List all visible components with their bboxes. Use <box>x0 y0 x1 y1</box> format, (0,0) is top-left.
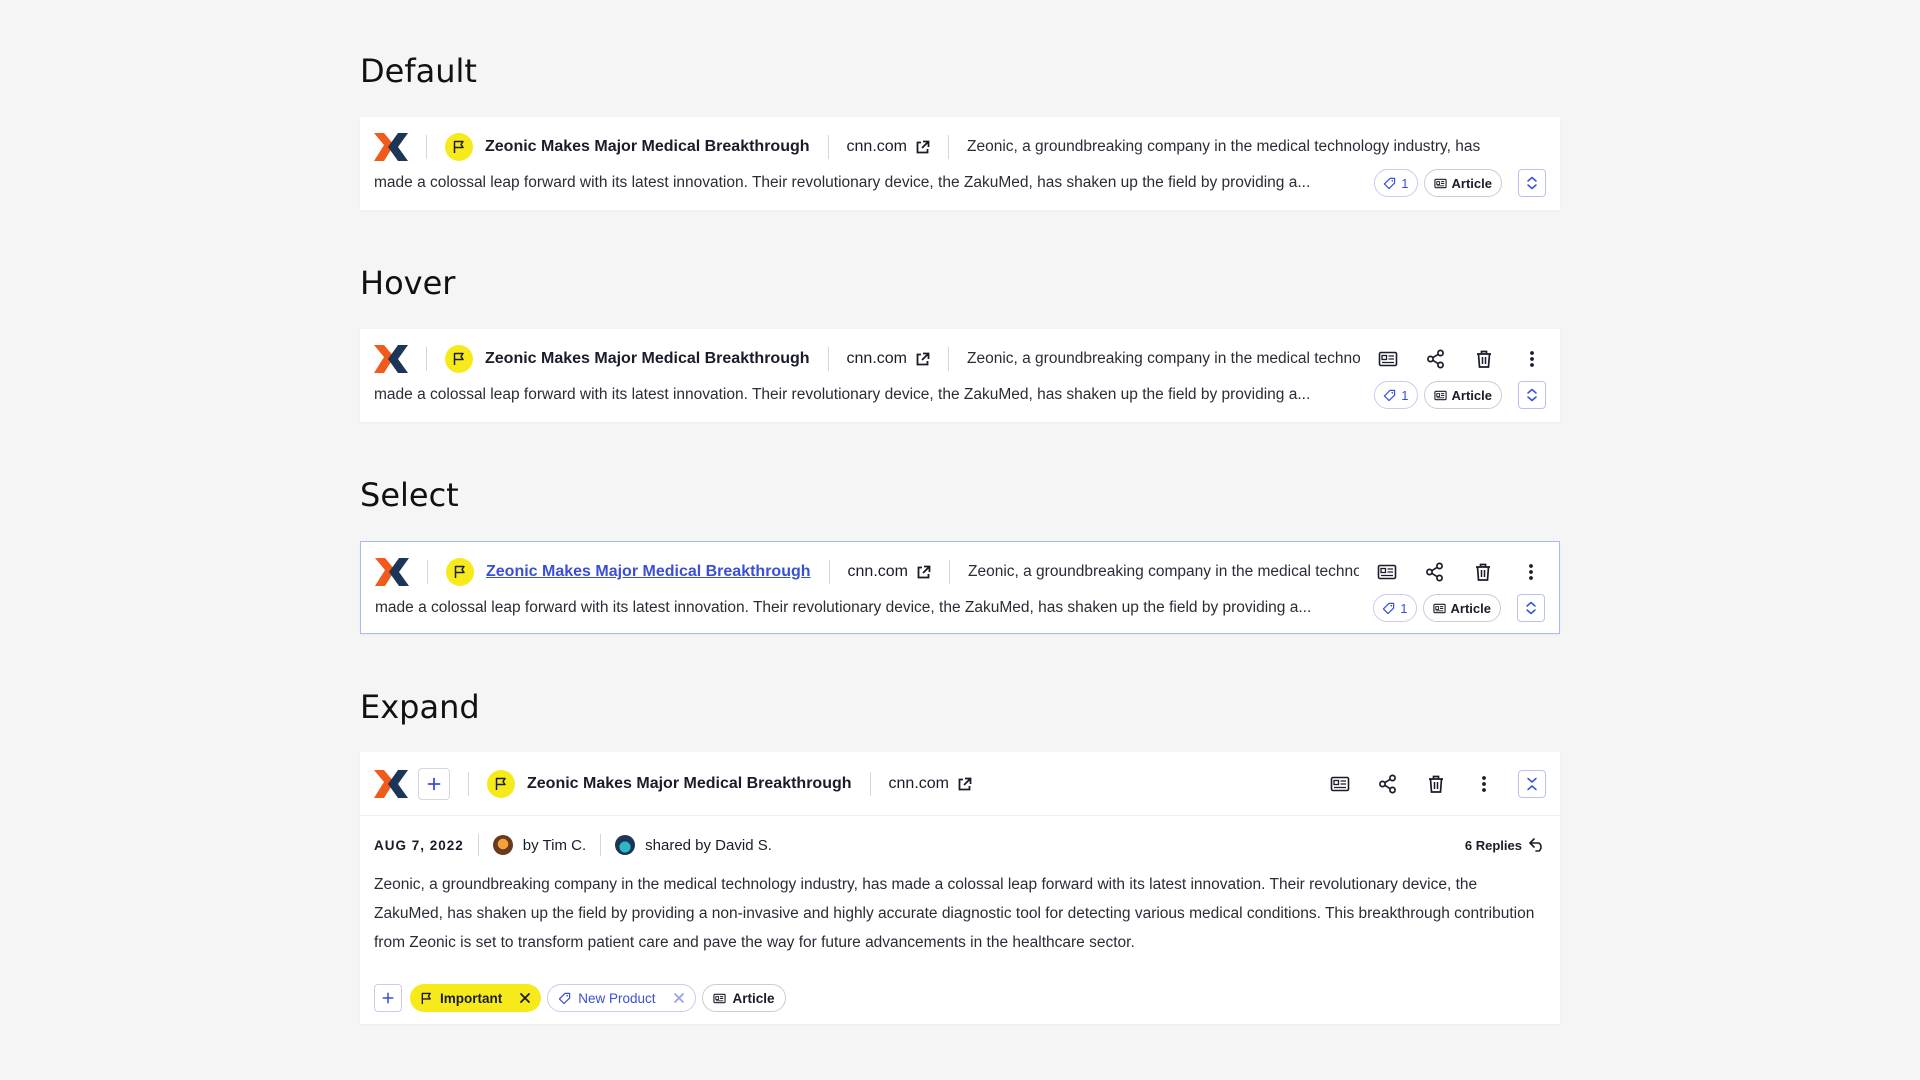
item-title[interactable]: Zeonic Makes Major Medical Breakthrough <box>485 350 810 368</box>
item-description-line2: made a colossal leap forward with its la… <box>375 599 1312 616</box>
add-button[interactable] <box>418 768 450 800</box>
tag-new-product[interactable]: New Product <box>547 984 696 1012</box>
tag-icon <box>1383 177 1396 190</box>
article-icon <box>1377 562 1397 582</box>
more-button[interactable] <box>1518 345 1546 373</box>
tag-count-pill[interactable]: 1 <box>1374 381 1418 409</box>
tag-icon <box>1382 602 1395 615</box>
tag-important[interactable]: Important <box>410 984 542 1012</box>
item-description-line1: Zeonic, a groundbreaking company in the … <box>967 138 1481 155</box>
tag-count-pill[interactable]: 1 <box>1374 169 1418 197</box>
tag-article[interactable]: Article <box>701 984 786 1012</box>
news-card-selected[interactable]: Zeonic Makes Major Medical Breakthrough … <box>360 541 1560 634</box>
article-icon <box>1434 177 1447 190</box>
tag-count-pill[interactable]: 1 <box>1373 594 1417 622</box>
share-icon <box>1425 562 1445 582</box>
company-logo <box>374 343 408 375</box>
view-article-button[interactable] <box>1373 558 1401 586</box>
share-button[interactable] <box>1374 770 1402 798</box>
source-link[interactable]: cnn.com <box>889 775 972 793</box>
sharer-avatar <box>615 835 636 855</box>
expand-icon <box>1525 601 1537 615</box>
external-link-icon <box>916 565 931 580</box>
plus-icon <box>427 777 441 791</box>
section-title-expand: Expand <box>360 688 480 726</box>
type-pill[interactable]: Article <box>1423 169 1502 197</box>
company-logo <box>374 768 408 800</box>
article-icon <box>1433 602 1446 615</box>
more-button[interactable] <box>1470 770 1498 798</box>
share-button[interactable] <box>1421 558 1449 586</box>
trash-icon <box>1474 349 1494 369</box>
view-article-button[interactable] <box>1326 770 1354 798</box>
remove-tag-icon[interactable] <box>673 992 685 1004</box>
news-card-expanded[interactable]: Zeonic Makes Major Medical Breakthrough … <box>360 752 1560 1024</box>
item-body: Zeonic, a groundbreaking company in the … <box>374 876 1535 951</box>
source-link[interactable]: cnn.com <box>847 138 930 156</box>
news-card-hover[interactable]: Zeonic Makes Major Medical Breakthrough … <box>360 329 1560 422</box>
external-link-icon <box>915 140 930 155</box>
reply-icon <box>1528 837 1546 853</box>
author-name[interactable]: by Tim C. <box>523 837 586 854</box>
add-tag-button[interactable] <box>374 984 402 1012</box>
delete-button[interactable] <box>1469 558 1497 586</box>
share-icon <box>1426 349 1446 369</box>
flag-icon[interactable] <box>445 345 473 373</box>
article-icon <box>1330 774 1350 794</box>
item-description-line2: made a colossal leap forward with its la… <box>374 174 1311 191</box>
item-title-link[interactable]: Zeonic Makes Major Medical Breakthrough <box>486 563 811 581</box>
type-pill[interactable]: Article <box>1422 594 1501 622</box>
item-description-line1: Zeonic, a groundbreaking company in the … <box>968 563 1359 580</box>
share-button[interactable] <box>1422 345 1450 373</box>
item-description-line2: made a colossal leap forward with its la… <box>374 386 1311 403</box>
publish-date: AUG 7, 2022 <box>374 837 464 853</box>
more-icon <box>1521 562 1541 582</box>
expand-icon <box>1526 176 1538 190</box>
item-title[interactable]: Zeonic Makes Major Medical Breakthrough <box>485 138 810 156</box>
external-link-icon <box>957 777 972 792</box>
company-logo <box>375 556 409 588</box>
external-link-icon <box>915 352 930 367</box>
company-logo <box>374 131 408 163</box>
share-icon <box>1378 774 1398 794</box>
delete-button[interactable] <box>1422 770 1450 798</box>
source-link[interactable]: cnn.com <box>848 563 931 581</box>
section-title-select: Select <box>360 476 459 514</box>
flag-icon <box>420 992 433 1005</box>
item-title[interactable]: Zeonic Makes Major Medical Breakthrough <box>527 775 852 793</box>
tag-icon <box>1383 389 1396 402</box>
more-icon <box>1522 349 1542 369</box>
expand-button[interactable] <box>1518 169 1546 197</box>
item-description-line1: Zeonic, a groundbreaking company in the … <box>967 350 1360 367</box>
remove-tag-icon[interactable] <box>519 992 531 1004</box>
author-avatar <box>492 835 513 855</box>
expand-icon <box>1526 388 1538 402</box>
expand-button[interactable] <box>1518 381 1546 409</box>
more-button[interactable] <box>1517 558 1545 586</box>
collapse-button[interactable] <box>1518 770 1546 798</box>
plus-icon <box>382 992 394 1004</box>
article-icon <box>1378 349 1398 369</box>
article-icon <box>713 992 726 1005</box>
type-pill[interactable]: Article <box>1423 381 1502 409</box>
delete-button[interactable] <box>1470 345 1498 373</box>
view-article-button[interactable] <box>1374 345 1402 373</box>
trash-icon <box>1426 774 1446 794</box>
flag-icon[interactable] <box>487 770 515 798</box>
flag-icon[interactable] <box>445 133 473 161</box>
section-title-hover: Hover <box>360 264 456 302</box>
trash-icon <box>1473 562 1493 582</box>
expand-button[interactable] <box>1517 594 1545 622</box>
shared-by[interactable]: shared by David S. <box>645 837 772 854</box>
section-title-default: Default <box>360 52 477 90</box>
source-link[interactable]: cnn.com <box>847 350 930 368</box>
more-icon <box>1474 774 1494 794</box>
article-icon <box>1434 389 1447 402</box>
replies-link[interactable]: 6 Replies <box>1465 837 1546 853</box>
tag-icon <box>558 992 571 1005</box>
news-card-default[interactable]: Zeonic Makes Major Medical Breakthrough … <box>360 117 1560 210</box>
collapse-icon <box>1526 777 1538 791</box>
flag-icon[interactable] <box>446 558 474 586</box>
